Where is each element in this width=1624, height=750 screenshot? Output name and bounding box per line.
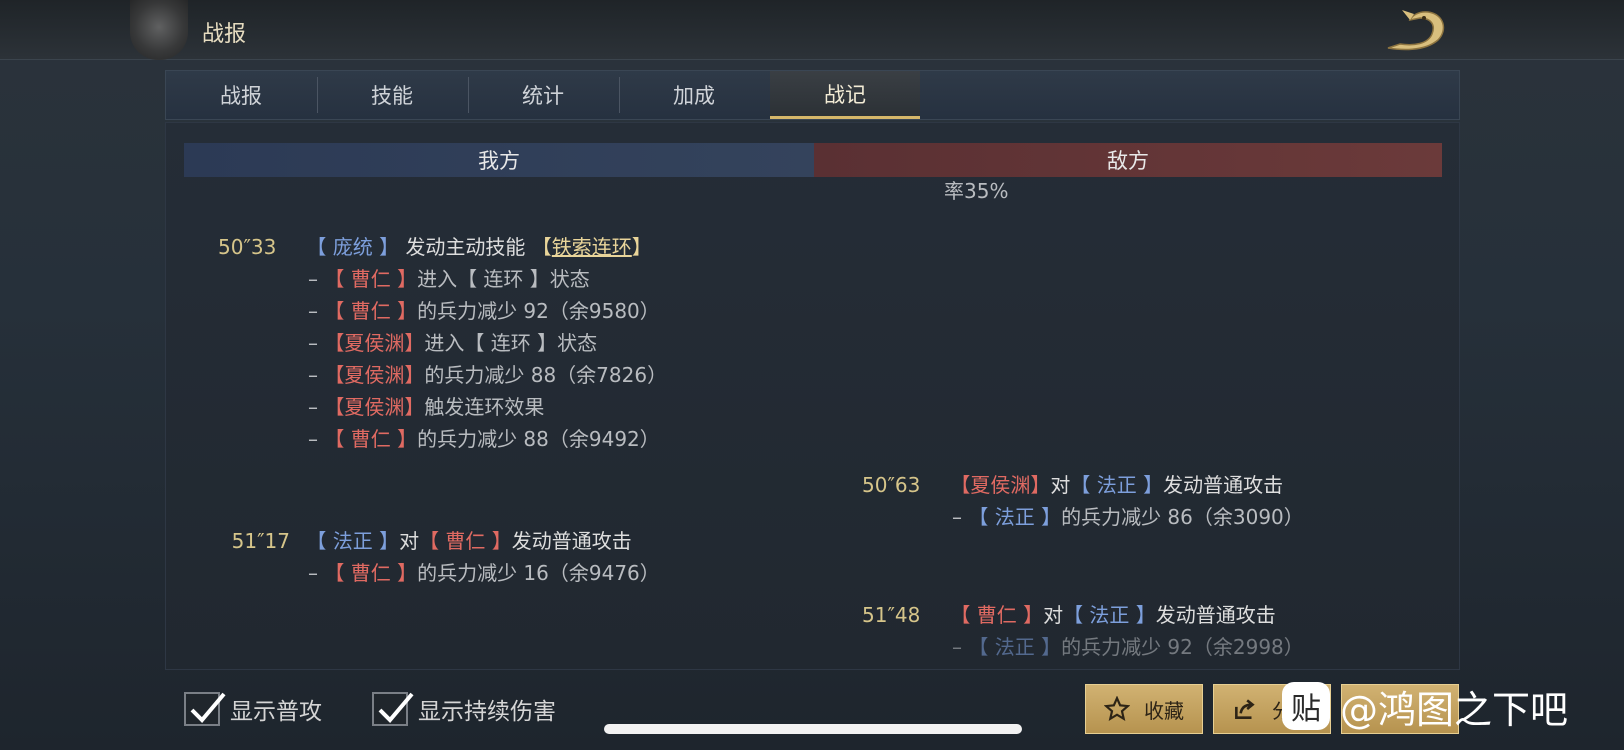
tab-battle-log[interactable]: 战记 xyxy=(770,71,920,119)
ally-name: 【 庞统 】 xyxy=(306,235,400,259)
tab-stats[interactable]: 统计 xyxy=(468,71,618,119)
home-indicator[interactable] xyxy=(604,724,1022,734)
favorite-button[interactable]: 收藏 xyxy=(1085,684,1203,734)
ally-name: 【 法正 】 xyxy=(1063,603,1156,627)
enemy-name: 【 曹仁 】 xyxy=(950,603,1044,627)
log-partial-line: 率35% xyxy=(944,179,1009,203)
log-text: 的兵力减少 88（余7826） xyxy=(424,363,668,387)
check-icon xyxy=(190,692,226,723)
log-text: 状态 xyxy=(549,267,590,291)
page-title: 战报 xyxy=(202,22,247,47)
emblem-icon xyxy=(130,0,188,60)
log-time: 50″63 xyxy=(862,473,921,497)
log-sub-line: – 【 曹仁 】的兵力减少 88（余9492） xyxy=(308,427,660,451)
enemy-name: 【夏侯渊】 xyxy=(324,363,425,387)
log-text: 状态 xyxy=(557,331,598,355)
log-time: 50″33 xyxy=(218,235,277,259)
log-entry: 51″48 【 曹仁 】对【 法正 】发动普通攻击 xyxy=(862,599,1276,631)
check-icon xyxy=(378,692,414,723)
log-sub-line: – 【 曹仁 】的兵力减少 16（余9476） xyxy=(308,561,660,585)
dragon-logo-icon[interactable] xyxy=(1380,4,1452,56)
status-name: 【 连环 】 xyxy=(457,267,550,291)
tab-report[interactable]: 战报 xyxy=(166,71,316,119)
top-bar: 战报 xyxy=(0,0,1624,60)
log-sub-line: – 【夏侯渊】的兵力减少 88（余7826） xyxy=(308,363,668,387)
log-text: 的兵力减少 88（余9492） xyxy=(417,427,660,451)
log-entry: 51″17 【 法正 】对【 曹仁 】发动普通攻击 xyxy=(218,525,632,557)
enemy-name: 【 曹仁 】 xyxy=(324,299,418,323)
enemy-name: 【夏侯渊】 xyxy=(324,395,425,419)
star-icon xyxy=(1104,696,1130,721)
battle-log-panel[interactable]: 率35% 我方 敌方 50″33 【 庞统 】 发动主动技能 【铁索连环】 – … xyxy=(165,122,1460,670)
our-side-header: 我方 xyxy=(184,143,814,177)
log-verb: 发动普通攻击 xyxy=(1155,603,1276,627)
share-icon xyxy=(1235,699,1255,719)
ally-name: 【 法正 】 xyxy=(1070,473,1164,497)
log-verb: 发动普通攻击 xyxy=(511,529,632,553)
log-sub-line: – 【 曹仁 】的兵力减少 92（余9580） xyxy=(308,299,660,323)
log-entry: 50″63 【夏侯渊】对【 法正 】发动普通攻击 xyxy=(862,469,1283,501)
bracket: 【 xyxy=(531,235,552,259)
status-name: 【 连环 】 xyxy=(464,331,558,355)
log-time: 51″48 xyxy=(862,603,921,627)
checkbox[interactable] xyxy=(184,692,226,726)
log-sub-line: – 【 法正 】的兵力减少 92（余2998） xyxy=(952,635,1304,659)
log-sub-line: – 【夏侯渊】进入【 连环 】状态 xyxy=(308,331,598,355)
log-text: 进入 xyxy=(424,331,465,355)
watermark: 贴 @鸿图之下吧 xyxy=(1282,680,1568,732)
ally-name: 【 法正 】 xyxy=(968,505,1062,529)
ally-name: 【 法正 】 xyxy=(306,529,400,553)
tab-skills[interactable]: 技能 xyxy=(317,71,467,119)
log-text: 的兵力减少 86（余3090） xyxy=(1061,505,1304,529)
log-sub-line: – 【 法正 】的兵力减少 86（余3090） xyxy=(952,505,1304,529)
log-text: 的兵力减少 16（余9476） xyxy=(417,561,660,585)
checkbox-label: 显示普攻 xyxy=(230,699,322,725)
tab-bar: 战报 技能 统计 加成 战记 xyxy=(165,70,1460,120)
log-verb: 发动普通攻击 xyxy=(1163,473,1284,497)
log-text: 对 xyxy=(1043,603,1064,627)
checkbox[interactable] xyxy=(372,692,414,726)
log-sub-line: – 【 曹仁 】进入【 连环 】状态 xyxy=(308,267,590,291)
favorite-label: 收藏 xyxy=(1144,698,1184,723)
enemy-name: 【夏侯渊】 xyxy=(324,331,425,355)
tab-bonus[interactable]: 加成 xyxy=(619,71,769,119)
log-text: 进入 xyxy=(417,267,458,291)
log-text: 触发连环效果 xyxy=(424,395,545,419)
watermark-text: @鸿图之下吧 xyxy=(1340,687,1569,732)
log-sub-line: – 【夏侯渊】触发连环效果 xyxy=(308,395,545,419)
show-dot-damage-toggle[interactable]: 显示持续伤害 xyxy=(372,692,556,726)
show-normal-attack-toggle[interactable]: 显示普攻 xyxy=(184,692,322,726)
log-text: 对 xyxy=(1050,473,1071,497)
log-text: 的兵力减少 92（余2998） xyxy=(1061,635,1304,659)
log-text: 的兵力减少 92（余9580） xyxy=(417,299,660,323)
checkbox-label: 显示持续伤害 xyxy=(418,699,556,725)
enemy-name: 【夏侯渊】 xyxy=(950,473,1051,497)
ally-name: 【 法正 】 xyxy=(968,635,1062,659)
log-time: 51″17 xyxy=(231,529,290,553)
enemy-name: 【 曹仁 】 xyxy=(324,561,418,585)
log-text: 对 xyxy=(399,529,420,553)
enemy-name: 【 曹仁 】 xyxy=(419,529,512,553)
enemy-side-header: 敌方 xyxy=(814,143,1442,177)
log-verb: 发动主动技能 xyxy=(405,235,526,259)
bracket: 】 xyxy=(631,235,652,259)
enemy-name: 【 曹仁 】 xyxy=(324,427,418,451)
skill-link[interactable]: 铁索连环 xyxy=(552,235,632,259)
enemy-name: 【 曹仁 】 xyxy=(324,267,418,291)
log-entry: 50″33 【 庞统 】 发动主动技能 【铁索连环】 xyxy=(218,231,652,263)
tieba-logo-icon: 贴 xyxy=(1282,682,1330,730)
